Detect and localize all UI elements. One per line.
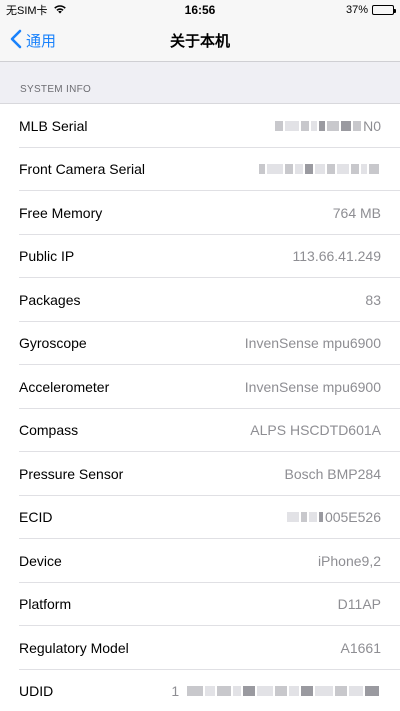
status-right: 37%: [345, 4, 396, 16]
row-label: Gyroscope: [19, 335, 87, 352]
row-label: Regulatory Model: [19, 639, 129, 656]
row-value: InvenSense mpu6900: [244, 335, 381, 352]
row-label: Free Memory: [19, 204, 103, 221]
redaction-blur: [259, 163, 381, 175]
row-value: ALPS HSCDTD601A: [250, 422, 381, 439]
row-value: Bosch BMP284: [284, 465, 382, 482]
list-item-pressure-sensor[interactable]: Pressure Sensor Bosch BMP284: [0, 452, 400, 496]
list-item-front-camera-serial[interactable]: Front Camera Serial: [0, 148, 400, 192]
system-info-list: MLB Serial N0 Front Camera Serial Free M…: [0, 104, 400, 711]
list-item-free-memory[interactable]: Free Memory 764 MB: [0, 191, 400, 235]
row-label: Device: [19, 552, 62, 569]
row-value-text: N0: [363, 117, 381, 134]
row-value: [259, 161, 381, 177]
list-item-ecid[interactable]: ECID 005E526: [0, 496, 400, 540]
back-button-label: 通用: [26, 33, 57, 50]
wifi-icon: [53, 4, 67, 17]
section-header: SYSTEM INFO: [0, 62, 400, 104]
row-value: D11AP: [337, 596, 381, 613]
page-title: 关于本机: [169, 33, 230, 50]
row-value: iPhone9,2: [317, 552, 381, 569]
row-value: 1: [171, 683, 381, 699]
row-value: A1661: [340, 639, 381, 656]
row-label: MLB Serial: [19, 117, 88, 134]
row-label: Public IP: [19, 248, 75, 265]
row-value: 764 MB: [332, 204, 381, 221]
list-item-mlb-serial[interactable]: MLB Serial N0: [0, 104, 400, 148]
row-value: N0: [275, 118, 381, 134]
row-value-text: 1: [171, 683, 180, 700]
carrier-label: 无SIM卡: [6, 5, 48, 17]
row-label: Compass: [19, 422, 79, 439]
list-item-packages[interactable]: Packages 83: [0, 278, 400, 322]
row-label: ECID: [19, 509, 53, 526]
battery-icon: [372, 5, 396, 15]
list-item-gyroscope[interactable]: Gyroscope InvenSense mpu6900: [0, 322, 400, 366]
list-item-compass[interactable]: Compass ALPS HSCDTD601A: [0, 409, 400, 453]
row-value: 113.66.41.249: [292, 248, 382, 265]
list-item-public-ip[interactable]: Public IP 113.66.41.249: [0, 235, 400, 279]
status-left: 无SIM卡: [6, 2, 67, 18]
row-value: 005E526: [286, 509, 381, 526]
about-screen: 无SIM卡 16:56 37% 通用 关于本机 SYSTEM INFO MLB …: [0, 0, 400, 711]
row-label: Packages: [19, 291, 81, 308]
battery-percent: 37%: [345, 4, 368, 16]
back-button[interactable]: 通用: [0, 29, 56, 53]
navigation-bar: 通用 关于本机: [0, 20, 400, 62]
row-label: Front Camera Serial: [19, 161, 146, 178]
list-item-regulatory-model[interactable]: Regulatory Model A1661: [0, 626, 400, 670]
row-value: 83: [365, 291, 381, 308]
row-label: Platform: [19, 596, 72, 613]
row-label: Pressure Sensor: [19, 465, 124, 482]
list-item-device[interactable]: Device iPhone9,2: [0, 539, 400, 583]
chevron-left-icon: [10, 29, 22, 53]
list-item-udid[interactable]: UDID 1: [0, 670, 400, 711]
status-bar: 无SIM卡 16:56 37%: [0, 0, 400, 20]
row-value: InvenSense mpu6900: [244, 378, 381, 395]
list-item-platform[interactable]: Platform D11AP: [0, 583, 400, 627]
redaction-blur: [275, 120, 363, 132]
list-item-accelerometer[interactable]: Accelerometer InvenSense mpu6900: [0, 365, 400, 409]
row-label: Accelerometer: [19, 378, 110, 395]
redaction-blur: [286, 511, 325, 523]
row-value-text: 005E526: [324, 509, 381, 526]
redaction-blur: [187, 685, 381, 697]
row-label: UDID: [19, 683, 54, 700]
